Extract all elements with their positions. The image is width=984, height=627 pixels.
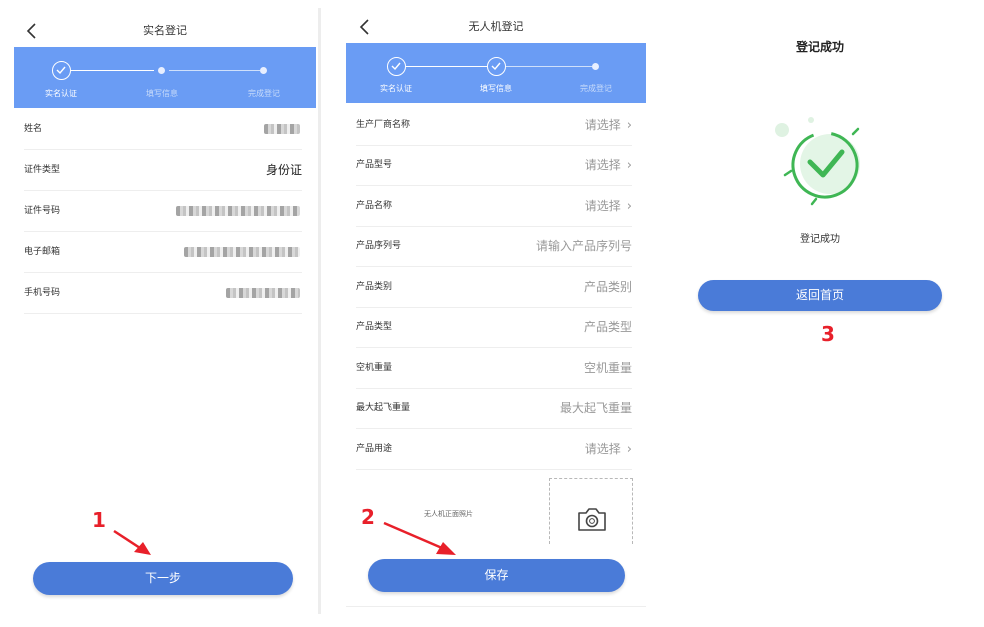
field-value: 请选择 ›	[585, 429, 632, 470]
field-value: 请选择 ›	[585, 186, 632, 227]
field-value: 请输入产品序列号	[536, 226, 632, 267]
step-connector	[169, 70, 260, 71]
field-label: 产品序列号	[356, 241, 402, 251]
next-step-button[interactable]: 下一步	[33, 562, 293, 595]
field-placeholder: 请选择	[584, 442, 621, 456]
phone-field[interactable]: 手机号码	[24, 273, 302, 314]
step-marker-3: 3	[821, 322, 835, 346]
email-field[interactable]: 电子邮箱	[24, 232, 302, 273]
save-button[interactable]: 保存	[368, 559, 625, 592]
success-message: 登记成功	[800, 234, 840, 245]
field-value: 请选择 ›	[585, 105, 632, 146]
step-dot-icon	[158, 67, 165, 74]
chevron-right-icon: ›	[626, 118, 632, 133]
step-connector	[406, 66, 487, 67]
return-home-button[interactable]: 返回首页	[698, 280, 942, 311]
page-title: 实名登记	[143, 24, 187, 37]
form-row[interactable]: 产品用途 请选择 ›	[356, 429, 632, 470]
field-value: 空机重量	[584, 348, 632, 389]
bottom-divider	[346, 606, 646, 607]
field-label: 产品用途	[356, 444, 393, 454]
step-done-icon	[387, 57, 406, 76]
panel-divider	[318, 8, 321, 614]
chevron-left-icon	[26, 23, 36, 39]
masked-value	[176, 206, 300, 216]
step-label: 填写信息	[480, 84, 512, 93]
back-button[interactable]	[359, 12, 379, 42]
masked-value	[184, 247, 300, 257]
field-label: 产品类别	[356, 282, 393, 292]
camera-icon	[578, 508, 606, 531]
field-label: 手机号码	[24, 288, 61, 298]
chevron-right-icon: ›	[626, 199, 632, 214]
field-placeholder: 最大起飞重量	[559, 401, 632, 415]
step-marker-2: 2	[361, 505, 375, 529]
title-bar: 实名登记	[14, 16, 316, 46]
field-value: 产品类型	[584, 307, 632, 348]
field-label: 最大起飞重量	[356, 403, 411, 413]
check-circle-icon	[775, 117, 860, 206]
step-label: 填写信息	[146, 89, 178, 98]
form-row[interactable]: 生产厂商名称 请选择 ›	[356, 105, 632, 146]
step-dot-icon	[260, 67, 267, 74]
step-connector	[71, 70, 154, 71]
step-label: 实名认证	[45, 89, 77, 98]
chevron-right-icon: ›	[626, 158, 632, 173]
field-label: 生产厂商名称	[356, 120, 411, 130]
field-label: 证件号码	[24, 206, 61, 216]
field-label: 姓名	[24, 124, 43, 134]
photo-label: 无人机正面照片	[424, 510, 473, 518]
form-row[interactable]: 产品型号 请选择 ›	[356, 145, 632, 186]
field-label: 电子邮箱	[24, 247, 61, 257]
field-label: 空机重量	[356, 363, 393, 373]
page-title: 无人机登记	[468, 20, 524, 33]
step-label: 完成登记	[580, 84, 612, 93]
form-row[interactable]: 空机重量 空机重量	[356, 348, 632, 389]
step-progress: 实名认证 填写信息 完成登记	[14, 47, 316, 108]
step-label: 实名认证	[380, 84, 412, 93]
title-bar: 无人机登记	[346, 12, 646, 42]
form-row[interactable]: 产品类型 产品类型	[356, 307, 632, 348]
form-row[interactable]: 最大起飞重量 最大起飞重量	[356, 388, 632, 429]
arrow-icon	[113, 529, 151, 555]
form-row[interactable]: 产品序列号 请输入产品序列号	[356, 226, 632, 267]
field-label: 证件类型	[24, 165, 61, 175]
field-placeholder: 产品类型	[583, 320, 632, 334]
field-value: 身份证	[265, 163, 302, 177]
form-row[interactable]: 产品名称 请选择 ›	[356, 186, 632, 227]
step-connector	[506, 66, 592, 67]
id-type-field[interactable]: 证件类型 身份证	[24, 150, 302, 191]
step-label: 完成登记	[248, 89, 280, 98]
name-field[interactable]: 姓名	[24, 109, 302, 150]
field-value: 最大起飞重量	[560, 388, 632, 429]
form-row[interactable]: 产品类别 产品类别	[356, 267, 632, 308]
id-number-field[interactable]: 证件号码	[24, 191, 302, 232]
field-value: 请选择 ›	[585, 145, 632, 186]
step-dot-icon	[592, 63, 599, 70]
step-marker-1: 1	[92, 508, 106, 532]
masked-value	[226, 288, 300, 298]
real-name-registration-screen: 实名登记 实名认证 填写信息 完成登记 姓名 证件类型 身份证 证件号码 电子邮…	[14, 0, 316, 614]
field-placeholder: 请输入产品序列号	[535, 239, 632, 253]
chevron-left-icon	[359, 19, 369, 35]
step-progress: 实名认证 填写信息 完成登记	[346, 43, 646, 103]
registration-success-screen: 登记成功 登记成功 返回首页	[690, 0, 960, 614]
step-done-icon	[52, 61, 71, 80]
field-label: 产品类型	[356, 322, 393, 332]
field-label: 产品名称	[356, 201, 393, 211]
field-placeholder: 请选择	[584, 158, 621, 172]
photo-upload[interactable]	[549, 478, 633, 544]
field-label: 产品型号	[356, 160, 393, 170]
masked-value	[264, 124, 300, 134]
field-value: 产品类别	[584, 267, 632, 308]
field-placeholder: 请选择	[584, 118, 621, 132]
step-done-icon	[487, 57, 506, 76]
arrow-icon	[383, 521, 456, 555]
field-placeholder: 空机重量	[583, 361, 632, 375]
back-button[interactable]	[26, 16, 46, 46]
chevron-right-icon: ›	[626, 442, 632, 457]
field-placeholder: 请选择	[584, 199, 621, 213]
field-placeholder: 产品类别	[583, 280, 632, 294]
page-title: 登记成功	[795, 40, 844, 54]
